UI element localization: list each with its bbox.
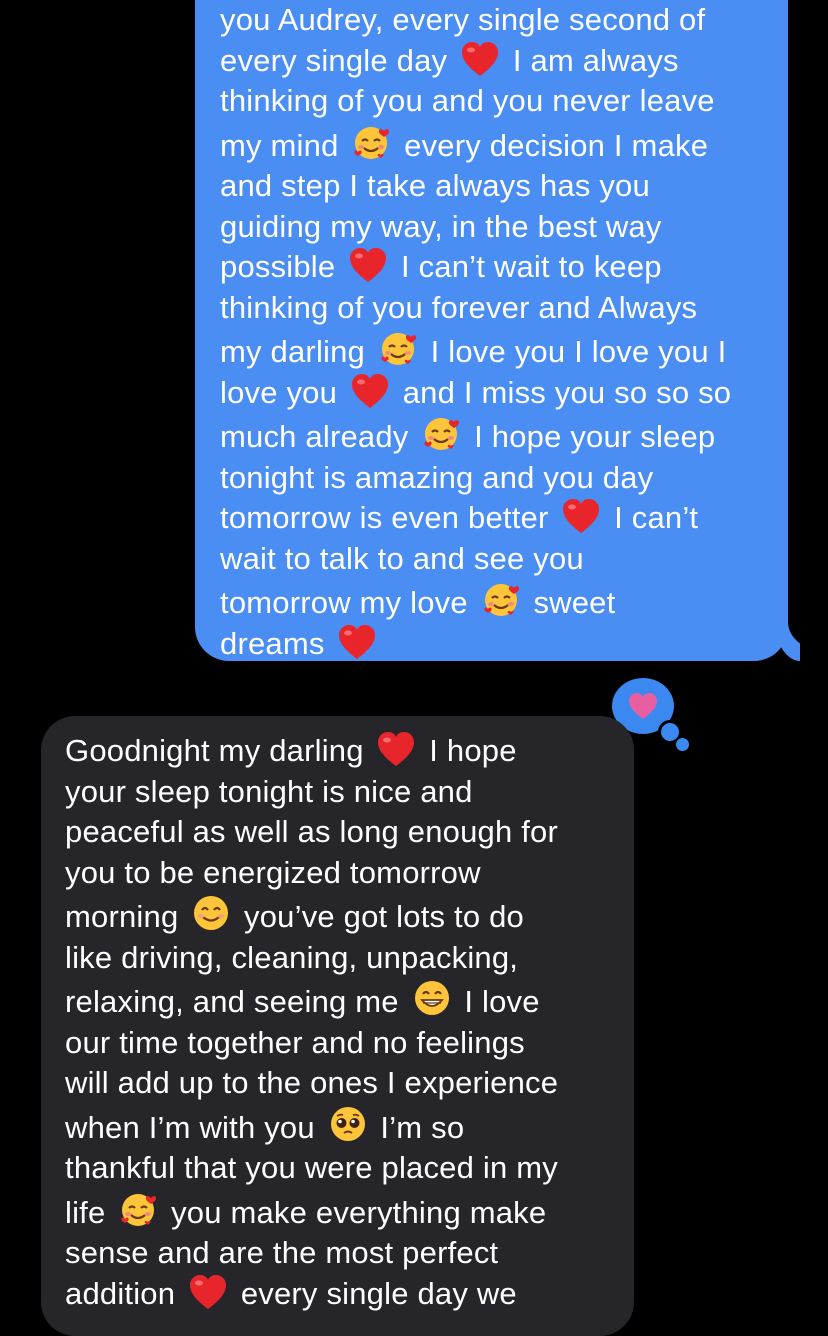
outgoing_message-text: wait to talk to and see you xyxy=(220,540,584,576)
outgoing_message-text: thinking of you forever and Always xyxy=(220,289,698,325)
incoming_message-text: sense and are the most perfect xyxy=(65,1235,499,1270)
red-heart-emoji-icon xyxy=(561,498,601,534)
outgoing_message-text: every single day xyxy=(220,42,457,78)
incoming_message-line: life you make everything make xyxy=(65,1189,634,1234)
outgoing_message-line: my darling I love you I love you I xyxy=(220,328,788,373)
smiling-face-emoji-icon xyxy=(191,893,231,933)
incoming_message-line: relaxing, and seeing me I love xyxy=(65,978,634,1023)
outgoing_message-line: love you and I miss you so so so xyxy=(220,373,788,414)
incoming_message-text: you’ve got lots to do xyxy=(235,899,524,934)
outgoing_message-text: I love you I love you I xyxy=(421,334,727,369)
outgoing_message-text: thinking of you and you never leave xyxy=(220,83,715,118)
incoming_message-line: morning you’ve got lots to do xyxy=(65,893,634,938)
smiling-face-with-hearts-emoji-icon xyxy=(351,122,391,162)
outgoing_message-text: my mind xyxy=(220,127,348,163)
outgoing_message-text: my darling xyxy=(220,334,374,369)
outgoing_message-line: you Audrey, every single second of xyxy=(220,0,788,41)
outgoing_message-text: I can’t xyxy=(605,500,699,535)
red-heart-emoji-icon xyxy=(337,624,377,660)
red-heart-emoji-icon xyxy=(376,731,416,767)
incoming_message-line: you to be energized tomorrow xyxy=(65,853,634,894)
smiling-face-with-hearts-emoji-icon xyxy=(481,579,521,619)
beaming-face-emoji-icon xyxy=(412,978,452,1018)
red-heart-emoji-icon xyxy=(460,41,500,77)
heart-icon xyxy=(629,693,657,719)
outgoing_message-text: and step I take always has you xyxy=(220,168,650,203)
incoming_message-text: when I’m with you xyxy=(65,1109,324,1145)
tapback-bubble-dot-small xyxy=(674,736,691,753)
outgoing_message-line: wait to talk to and see you xyxy=(220,539,788,580)
outgoing_message-text: I hope your sleep xyxy=(465,419,716,454)
outgoing_message-text: I am always xyxy=(504,42,679,78)
outgoing_message-text: you Audrey, every single second of xyxy=(220,2,706,37)
outgoing_message-text: much already xyxy=(220,419,418,454)
smiling-face-with-hearts-emoji-icon xyxy=(118,1189,158,1229)
incoming_message-text: our time together and no feelings xyxy=(65,1024,525,1060)
outgoing_message-text: possible xyxy=(220,249,345,284)
outgoing_message-line: thinking of you and you never leave xyxy=(220,81,788,122)
pleading-face-emoji-icon xyxy=(328,1104,368,1144)
outgoing_message-line: tonight is amazing and you day xyxy=(220,458,788,499)
red-heart-emoji-icon xyxy=(348,247,388,283)
outgoing_message-line: tomorrow my love sweet xyxy=(220,579,788,624)
incoming_message-text: Goodnight my darling xyxy=(65,733,373,768)
smiling-face-with-hearts-emoji-icon xyxy=(421,413,461,453)
outgoing_message-text: love you xyxy=(220,374,346,410)
outgoing_message-line: thinking of you forever and Always xyxy=(220,288,788,329)
incoming_message-text: your sleep tonight is nice and xyxy=(65,773,473,809)
outgoing_message-text: tonight is amazing and you day xyxy=(220,459,654,495)
incoming_message-line: our time together and no feelings xyxy=(65,1023,634,1064)
outgoing_message-text: and I miss you so so so xyxy=(393,374,732,410)
incoming_message-line: like driving, cleaning, unpacking, xyxy=(65,938,634,979)
incoming_message-text: like driving, cleaning, unpacking, xyxy=(65,939,519,975)
outgoing_message-line: guiding my way, in the best way xyxy=(220,207,788,248)
outgoing_message-line: possible I can’t wait to keep xyxy=(220,247,788,288)
red-heart-emoji-icon xyxy=(350,373,390,409)
outgoing_message-text: tomorrow my love xyxy=(220,585,477,620)
outgoing_message-line: tomorrow is even better I can’t xyxy=(220,498,788,539)
outgoing_message-line: dreams xyxy=(220,624,788,665)
incoming_message-text: peaceful as well as long enough for xyxy=(65,814,558,849)
outgoing_message-text: every decision I make xyxy=(395,127,709,163)
outgoing-message-bubble[interactable]: you Audrey, every single second of every … xyxy=(195,0,788,661)
incoming_message-text: relaxing, and seeing me xyxy=(65,984,408,1019)
incoming_message-line: thankful that you were placed in my xyxy=(65,1148,634,1189)
incoming_message-text: thankful that you were placed in my xyxy=(65,1150,558,1185)
incoming_message-text: morning xyxy=(65,899,188,934)
outgoing_message-line: much already I hope your sleep xyxy=(220,413,788,458)
incoming_message-line: Goodnight my darling I hope xyxy=(65,731,634,772)
incoming_message-text: I’m so xyxy=(371,1109,465,1145)
red-heart-emoji-icon xyxy=(188,1274,228,1310)
outgoing_message-line: my mind every decision I make xyxy=(220,122,788,167)
outgoing_message-text: guiding my way, in the best way xyxy=(220,208,662,244)
incoming_message-text: every single day we xyxy=(232,1275,517,1311)
outgoing_message-text: dreams xyxy=(220,625,334,661)
incoming_message-line: peaceful as well as long enough for xyxy=(65,812,634,853)
outgoing_message-line: every single day I am always xyxy=(220,41,788,82)
incoming_message-line: will add up to the ones I experience xyxy=(65,1063,634,1104)
outgoing_message-text: sweet xyxy=(524,585,616,620)
incoming_message-line: sense and are the most perfect xyxy=(65,1233,634,1274)
incoming_message-text: addition xyxy=(65,1275,185,1311)
incoming_message-text: you make everything make xyxy=(162,1194,547,1230)
incoming_message-text: life xyxy=(65,1194,115,1230)
outgoing_message-text: tomorrow is even better xyxy=(220,500,558,535)
incoming_message-line: addition every single day we xyxy=(65,1274,634,1315)
smiling-face-with-hearts-emoji-icon xyxy=(378,328,418,368)
outgoing_message-text: I can’t wait to keep xyxy=(392,249,662,284)
incoming_message-line: your sleep tonight is nice and xyxy=(65,772,634,813)
outgoing_message-line: and step I take always has you xyxy=(220,166,788,207)
incoming_message-text: I love xyxy=(455,984,540,1019)
incoming_message-text: you to be energized tomorrow xyxy=(65,854,481,890)
incoming-message-bubble[interactable]: Goodnight my darling I hope your sleep to… xyxy=(41,716,634,1336)
incoming_message-text: will add up to the ones I experience xyxy=(65,1065,559,1100)
incoming_message-line: when I’m with you I’m so xyxy=(65,1104,634,1149)
incoming_message-text: I hope xyxy=(420,733,517,768)
